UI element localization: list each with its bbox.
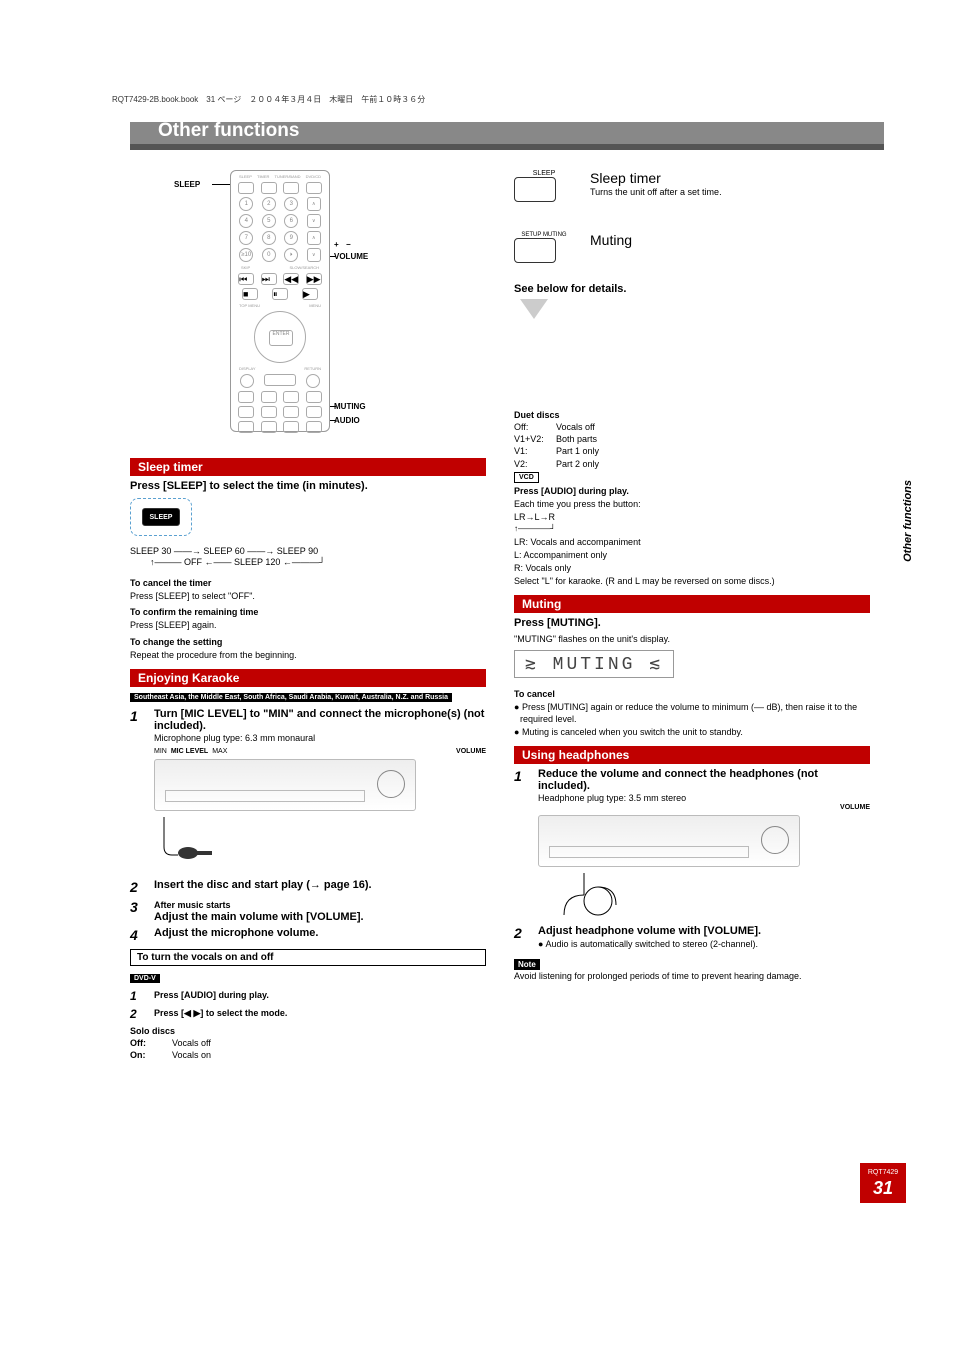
muting-btn-icon bbox=[514, 238, 556, 263]
label-plus: + bbox=[334, 240, 339, 249]
label-minus: − bbox=[346, 240, 351, 249]
muting-b1: ● Press [MUTING] again or reduce the vol… bbox=[520, 701, 870, 725]
arrow-down-icon bbox=[520, 299, 548, 319]
vcd-cycle2: ↑————┘ bbox=[514, 524, 870, 535]
sleep-cancel-t: Press [SLEEP] to select "OFF". bbox=[130, 590, 486, 602]
step-3-pre: After music starts bbox=[154, 900, 231, 910]
muting-h-top: Muting bbox=[590, 232, 632, 248]
section-headphones: Using headphones bbox=[514, 746, 870, 764]
vocals-step2: Press [◀ ▶] to select the mode. bbox=[154, 1008, 287, 1018]
sleep-confirm-h: To confirm the remaining time bbox=[130, 607, 258, 617]
step-1-t: Microphone plug type: 6.3 mm monaural bbox=[154, 732, 486, 744]
vcd-sel: Select "L" for karaoke. (R and L may be … bbox=[514, 575, 870, 587]
vcd-r: R: Vocals only bbox=[514, 562, 870, 574]
vcd-cycle: LR→L→R bbox=[514, 511, 870, 523]
muting-press: Press [MUTING]. bbox=[514, 617, 870, 629]
label-audio: AUDIO bbox=[334, 416, 360, 425]
sleep-timer-h: Sleep timer bbox=[590, 170, 722, 186]
sleep-button-diagram: SLEEP bbox=[130, 498, 192, 536]
see-below: See below for details. bbox=[514, 283, 870, 295]
muting-b2: ● Muting is canceled when you switch the… bbox=[520, 726, 870, 738]
crop-info: RQT7429-2B.book.book 31 ページ ２００４年３月４日 木曜… bbox=[112, 94, 425, 105]
sleep-cancel-h: To cancel the timer bbox=[130, 578, 211, 588]
remote-body: SLEEPTIMERTUNER/BANDDVD/CD 123∧ 456∨ 789… bbox=[230, 170, 330, 432]
sleep-btn-icon bbox=[514, 177, 556, 202]
step-3-h: Adjust the main volume with [VOLUME]. bbox=[154, 911, 486, 923]
hp-step2-h: Adjust headphone volume with [VOLUME]. bbox=[538, 925, 870, 937]
hp-step2-num: 2 bbox=[514, 925, 528, 941]
hp-step1-h: Reduce the volume and connect the headph… bbox=[538, 768, 870, 792]
vocals-box: To turn the vocals on and off bbox=[130, 949, 486, 966]
remote-diagram: SLEEP + − VOLUME MUTING AUDIO SLEEPTIMER… bbox=[130, 170, 486, 450]
region-tag: Southeast Asia, the Middle East, South A… bbox=[130, 693, 452, 702]
label-sleep: SLEEP bbox=[174, 180, 200, 189]
microphone-icon bbox=[154, 815, 486, 875]
section-muting: Muting bbox=[514, 595, 870, 613]
sleep-change-h: To change the setting bbox=[130, 637, 222, 647]
step-2-num: 2 bbox=[130, 879, 144, 895]
solo-h: Solo discs bbox=[130, 1026, 175, 1036]
section-karaoke: Enjoying Karaoke bbox=[130, 669, 486, 687]
hp-step2-b: ● Audio is automatically switched to ste… bbox=[544, 938, 870, 950]
vcd-l: L: Accompaniment only bbox=[514, 549, 870, 561]
section-sleep-timer: Sleep timer bbox=[130, 458, 486, 476]
sleep-confirm-t: Press [SLEEP] again. bbox=[130, 619, 486, 631]
page-title: Other functions bbox=[158, 120, 299, 142]
hp-step1-num: 1 bbox=[514, 768, 528, 784]
note-text: Avoid listening for prolonged periods of… bbox=[514, 970, 870, 982]
sleep-timer-d: Turns the unit off after a set time. bbox=[590, 186, 722, 198]
tag-dvdv: DVD-V bbox=[130, 974, 160, 983]
device-image-karaoke bbox=[154, 759, 416, 811]
vcd-press: Press [AUDIO] during play. bbox=[514, 486, 629, 496]
page-number: RQT7429 31 bbox=[860, 1163, 906, 1203]
label-muting: MUTING bbox=[334, 402, 366, 411]
muting-display: ≳ MUTING ≲ bbox=[514, 650, 674, 678]
step-1-num: 1 bbox=[130, 708, 144, 724]
headphones-icon bbox=[538, 871, 870, 921]
note-tag: Note bbox=[514, 959, 540, 970]
step-4-num: 4 bbox=[130, 927, 144, 943]
step-4-h: Adjust the microphone volume. bbox=[154, 927, 486, 939]
sleep-instruction: Press [SLEEP] to select the time (in min… bbox=[130, 480, 486, 492]
muting-cancel-h: To cancel bbox=[514, 689, 555, 699]
label-volume: VOLUME bbox=[334, 252, 368, 261]
side-tab: Other functions bbox=[902, 480, 914, 562]
step-3-num: 3 bbox=[130, 899, 144, 915]
vcd-each: Each time you press the button: bbox=[514, 498, 870, 510]
device-image-hp bbox=[538, 815, 800, 867]
vocals-step1: Press [AUDIO] during play. bbox=[154, 990, 269, 1000]
tag-vcd: VCD bbox=[514, 472, 539, 483]
sleep-change-t: Repeat the procedure from the beginning. bbox=[130, 649, 486, 661]
duet-h: Duet discs bbox=[514, 410, 560, 420]
step-2-h: Insert the disc and start play (→ page 1… bbox=[154, 879, 486, 891]
vcd-lr: LR: Vocals and accompaniment bbox=[514, 536, 870, 548]
muting-flash: "MUTING" flashes on the unit's display. bbox=[514, 633, 870, 645]
hp-step1-t: Headphone plug type: 3.5 mm stereo bbox=[538, 792, 870, 804]
sleep-sequence: SLEEP 30 ——→ SLEEP 60 ——→ SLEEP 90 ↑——— … bbox=[130, 546, 486, 567]
step-1-h: Turn [MIC LEVEL] to "MIN" and connect th… bbox=[154, 708, 486, 732]
upper-right-block: SLEEP Sleep timer Turns the unit off aft… bbox=[514, 170, 870, 319]
